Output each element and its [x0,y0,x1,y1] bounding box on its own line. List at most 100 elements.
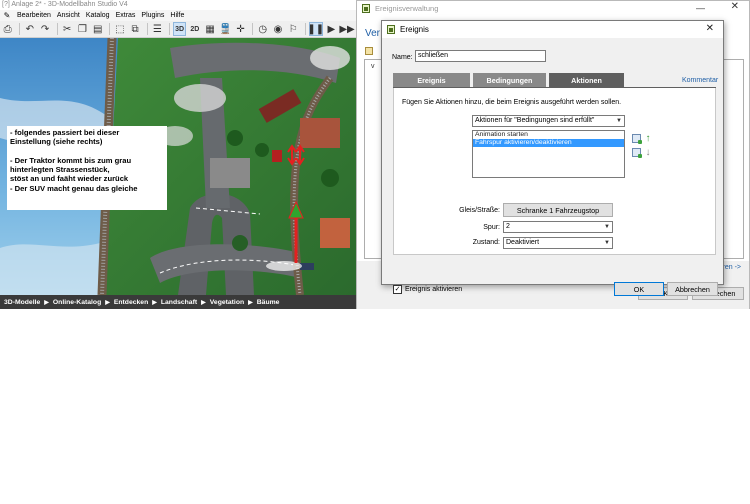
ereignis-aktivieren-checkbox[interactable]: ✓ Ereignis aktivieren [393,285,462,294]
gleis-strasse-button[interactable]: Schranke 1 Fahrzeugstop [503,203,613,217]
nav-baeume[interactable]: Bäume [257,299,280,306]
redo-icon[interactable]: ↷ [38,22,51,36]
list-item-selected[interactable]: Fahrspur aktivieren/deaktivieren [473,139,624,147]
toolbar-separator [146,23,148,35]
menu-hilfe[interactable]: Hilfe [167,10,187,21]
toolbar-separator [304,23,306,35]
menu-plugins[interactable]: Plugins [138,10,167,21]
close-icon[interactable]: ✕ [706,23,714,34]
copy-icon[interactable]: ❐ [76,22,89,36]
cancel-button[interactable]: Abbrechen [667,282,718,296]
fast-forward-icon[interactable]: ▶▶ [339,22,354,36]
3d-viewport[interactable]: - folgendes passiert bei dieser Einstell… [0,38,356,295]
event-dialog: Ereignis ✕ Name: schließen Ereignis Bedi… [381,20,724,296]
name-input[interactable]: schließen [415,50,546,62]
spur-value: 2 [506,223,510,230]
aktionen-condition-value: Aktionen für "Bedingungen sind erfüllt" [475,117,595,124]
chevron-down-icon: ▼ [604,240,610,246]
note-line: - folgendes passiert bei dieser [10,128,120,137]
expand-chevron-icon[interactable]: v [371,63,375,70]
chevron-right-icon: ▶ [105,299,110,306]
chevron-right-icon: ▶ [44,299,49,306]
nav-landschaft[interactable]: Landschaft [161,299,197,306]
zustand-value: Deaktiviert [506,239,540,246]
train-icon[interactable]: 🚆 [219,22,232,36]
toolbar-separator [109,23,111,35]
tab-aktionen[interactable]: Aktionen [549,73,624,87]
nav-3d-modelle[interactable]: 3D-Modelle [4,299,40,306]
cut-icon[interactable]: ✂ [61,22,74,36]
name-label: Name: [392,54,413,61]
view-3d-button[interactable]: 3D [172,22,187,36]
camera-icon[interactable]: ◉ [271,22,284,36]
pause-icon[interactable]: ❚❚ [307,22,324,36]
tab-bedingungen[interactable]: Bedingungen [473,73,546,87]
tree [321,169,339,187]
minimize-icon[interactable]: — [696,3,705,13]
note-line: stöst an und faäht wieder zurück [10,174,129,184]
nav-entdecken[interactable]: Entdecken [114,299,148,306]
screen: [?] Anlage 2* - 3D-Modellbahn Studio V4 … [0,0,750,504]
event-manager-link[interactable]: ren -> [723,264,741,271]
menu-bearbeiten[interactable]: Bearbeiten [14,10,54,21]
kommentar-link[interactable]: Kommentar [682,77,718,84]
building [320,218,350,248]
platform [210,158,250,188]
folder-icon[interactable] [365,47,373,55]
add-condition-icon[interactable] [631,147,642,158]
note-line: - Der Traktor kommt bis zum grau [10,155,132,165]
signal-icon[interactable]: ⚐ [287,22,300,36]
note-line: Einstellung (siehe rechts) [10,137,103,147]
ereignis-aktivieren-label: Ereignis aktivieren [405,286,463,293]
note-line: - Der SUV macht genau das gleiche [10,183,138,193]
event-manager-titlebar: Ereignisverwaltung [357,1,750,15]
group-icon[interactable]: ⧉ [129,22,142,36]
chevron-right-icon: ▶ [248,299,253,306]
app-title: [?] Anlage 2* - 3D-Modellbahn Studio V4 [2,1,128,8]
zustand-label: Zustand: [472,239,500,246]
note-line: hinterlegten Strassenstück, [10,165,110,175]
spur-select[interactable]: 2 ▼ [503,221,613,233]
tree [232,235,248,251]
edit-pencil-icon[interactable]: ✎ [0,10,14,21]
grid-icon[interactable]: ▦ [203,22,216,36]
main-toolbar: ⎙ ↶ ↷ ✂ ❐ ▤ ⬚ ⧉ ☰ 3D 2D ▦ 🚆 ✛ ◷ ◉ ⚐ ❚❚ ▶… [0,21,356,38]
tree [255,143,269,157]
event-dialog-title: Ereignis [400,25,429,34]
print-icon[interactable]: ⎙ [1,22,14,36]
event-dialog-body: Name: schließen Ereignis Bedingungen Akt… [382,38,723,296]
ok-button[interactable]: OK [614,282,664,296]
add-action-icon[interactable] [631,133,642,144]
toolbar-separator [168,23,170,35]
undo-icon[interactable]: ↶ [23,22,36,36]
menu-katalog[interactable]: Katalog [83,10,113,21]
menu-extras[interactable]: Extras [113,10,139,21]
nav-vegetation[interactable]: Vegetation [210,299,244,306]
menu-ansicht[interactable]: Ansicht [54,10,83,21]
toolbar-separator [19,23,21,35]
building [300,118,340,148]
nav-online-katalog[interactable]: Online-Katalog [53,299,101,306]
app-title-bar: [?] Anlage 2* - 3D-Modellbahn Studio V4 [0,0,356,10]
tab-ereignis[interactable]: Ereignis [393,73,470,87]
list-item[interactable]: Animation starten [473,131,624,139]
move-down-arrow-icon[interactable]: ↓ [643,147,653,158]
paste-icon[interactable]: ▤ [91,22,104,36]
aktionen-condition-select[interactable]: Aktionen für "Bedingungen sind erfüllt" … [472,115,625,127]
close-icon[interactable]: ✕ [731,1,739,12]
event-dialog-titlebar: Ereignis [382,21,723,38]
event-manager-title: Ereignisverwaltung [375,3,439,13]
zustand-select[interactable]: Deaktiviert ▼ [503,237,613,249]
actions-list[interactable]: Animation starten Fahrspur aktivieren/de… [472,130,625,178]
clock-icon[interactable]: ◷ [256,22,269,36]
app-icon [387,25,395,34]
select-area-icon[interactable]: ⬚ [113,22,126,36]
smoke-cloud [310,46,350,70]
crosshair-icon[interactable]: ✛ [234,22,247,36]
checkbox-checked-icon[interactable]: ✓ [393,285,402,294]
layers-icon[interactable]: ☰ [151,22,164,36]
view-2d-button[interactable]: 2D [188,22,201,36]
chevron-right-icon: ▶ [152,299,157,306]
play-icon[interactable]: ▶ [325,22,338,36]
move-up-arrow-icon[interactable]: ↑ [643,133,653,144]
